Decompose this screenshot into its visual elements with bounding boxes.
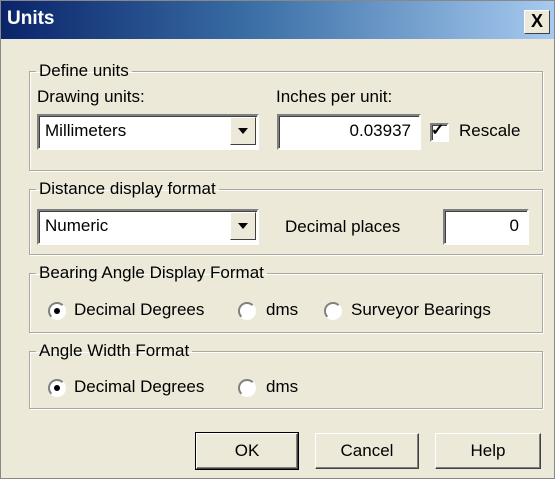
angle-dms-label: dms <box>266 377 299 396</box>
angle-width-group: Angle Width Format <box>29 341 543 409</box>
title-bar[interactable]: Units X <box>1 1 554 39</box>
chevron-down-icon[interactable] <box>230 212 256 240</box>
angle-decimal-degrees-radio[interactable] <box>48 379 66 397</box>
cancel-button[interactable]: Cancel <box>315 433 419 469</box>
chevron-down-icon[interactable] <box>230 117 256 145</box>
help-button[interactable]: Help <box>435 433 541 469</box>
angle-width-legend: Angle Width Format <box>39 341 190 360</box>
distance-format-value: Numeric <box>45 216 109 235</box>
bearing-decimal-degrees-label: Decimal Degrees <box>74 300 205 319</box>
distance-format-dropdown[interactable]: Numeric <box>37 209 259 245</box>
inches-per-unit-field[interactable]: 0.03937 <box>277 114 421 150</box>
window-title: Units <box>7 8 55 29</box>
rescale-checkbox[interactable]: ✓ <box>430 122 449 142</box>
ok-button[interactable]: OK <box>195 432 299 470</box>
inches-per-unit-label: Inches per unit: <box>276 87 393 106</box>
bearing-format-legend: Bearing Angle Display Format <box>39 263 264 282</box>
angle-decimal-degrees-label: Decimal Degrees <box>74 377 205 396</box>
bearing-format-group: Bearing Angle Display Format <box>29 263 543 333</box>
drawing-units-dropdown[interactable]: Millimeters <box>37 114 259 150</box>
close-button[interactable]: X <box>524 10 550 34</box>
bearing-dms-radio[interactable] <box>238 302 256 320</box>
angle-dms-radio[interactable] <box>238 379 256 397</box>
rescale-label: Rescale <box>459 121 521 140</box>
bearing-surveyor-radio[interactable] <box>324 302 342 320</box>
bearing-dms-label: dms <box>266 300 299 319</box>
drawing-units-label: Drawing units: <box>37 87 145 106</box>
decimal-places-label: Decimal places <box>285 217 401 236</box>
drawing-units-value: Millimeters <box>45 121 127 140</box>
decimal-places-field[interactable]: 0 <box>443 209 529 245</box>
distance-format-legend: Distance display format <box>39 179 216 198</box>
checkmark-icon: ✓ <box>431 122 445 139</box>
bearing-decimal-degrees-radio[interactable] <box>48 302 66 320</box>
units-dialog: Units X Define units Drawing units: Mill… <box>0 0 555 479</box>
inches-per-unit-value: 0.03937 <box>349 121 411 140</box>
bearing-surveyor-label: Surveyor Bearings <box>351 300 491 319</box>
define-units-legend: Define units <box>39 61 129 80</box>
decimal-places-value: 0 <box>509 216 519 235</box>
